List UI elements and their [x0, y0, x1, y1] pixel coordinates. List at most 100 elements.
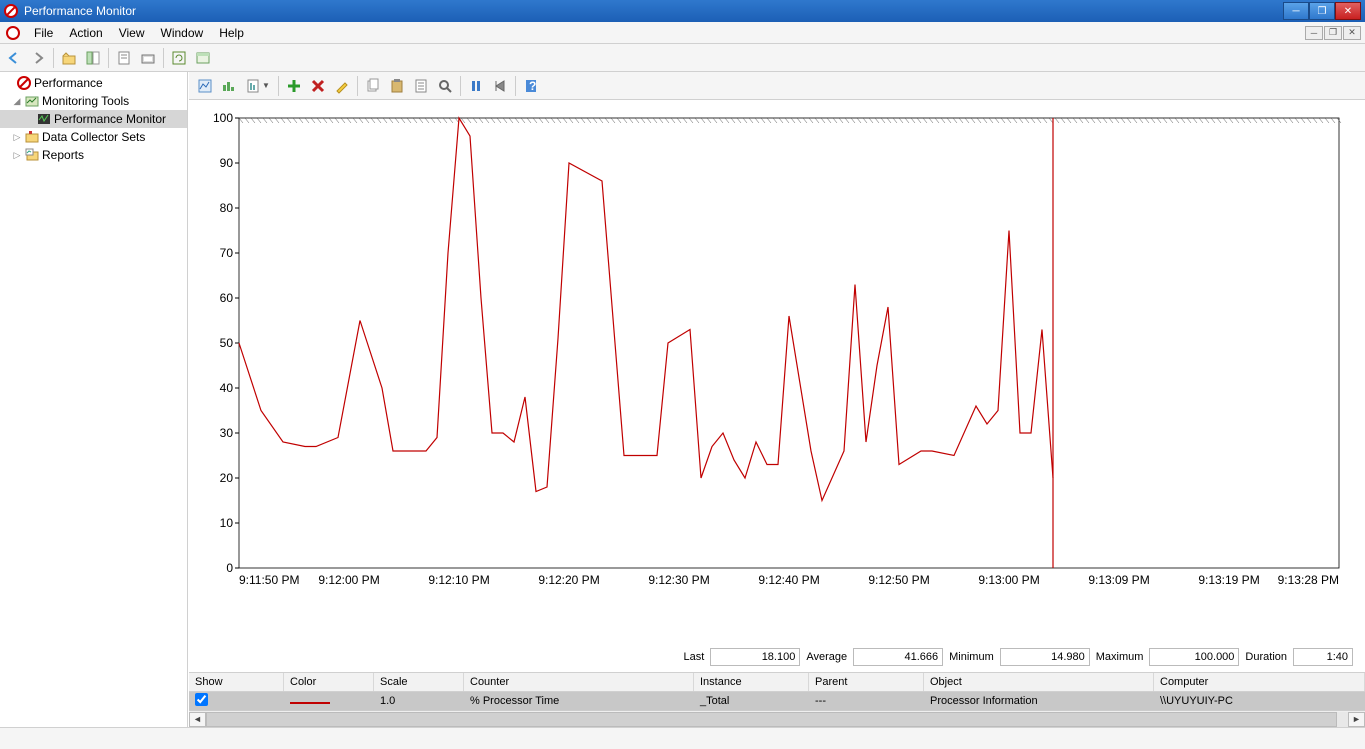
menu-view[interactable]: View: [111, 26, 153, 40]
line-chart: 01020304050607080901009:11:50 PM9:12:00 …: [199, 108, 1349, 598]
color-swatch: [290, 702, 330, 704]
scroll-thumb[interactable]: [206, 712, 1337, 727]
col-show[interactable]: Show: [189, 673, 284, 691]
reports-icon: [24, 148, 40, 162]
navigation-tree[interactable]: Performance ◢ Monitoring Tools Performan…: [0, 72, 188, 727]
svg-text:30: 30: [220, 426, 234, 440]
max-value: 100.000: [1149, 648, 1239, 666]
add-counter-button[interactable]: [283, 75, 305, 97]
cell-parent: ---: [809, 695, 924, 707]
last-value: 18.100: [710, 648, 800, 666]
svg-text:100: 100: [213, 111, 233, 125]
close-button[interactable]: ✕: [1335, 2, 1361, 20]
title-bar: Performance Monitor ─ ❐ ✕: [0, 0, 1365, 22]
menu-file[interactable]: File: [26, 26, 61, 40]
window-title: Performance Monitor: [24, 4, 1283, 18]
minimize-button[interactable]: ─: [1283, 2, 1309, 20]
tree-node-reports[interactable]: ▷ Reports: [0, 146, 187, 164]
view-current-button[interactable]: [194, 75, 216, 97]
tree-node-performance-monitor[interactable]: Performance Monitor: [0, 110, 187, 128]
tree-node-collector-sets[interactable]: ▷ Data Collector Sets: [0, 128, 187, 146]
status-bar: [0, 727, 1365, 749]
menu-action[interactable]: Action: [61, 26, 110, 40]
help-button[interactable]: ?: [520, 75, 542, 97]
chart-area[interactable]: 01020304050607080901009:11:50 PM9:12:00 …: [189, 100, 1365, 644]
content-pane: ▼ ? 01020304050607080901009:11:50 PM9:12…: [188, 72, 1365, 727]
horizontal-scrollbar[interactable]: ◄ ►: [189, 710, 1365, 727]
mdi-restore-button[interactable]: ❐: [1324, 26, 1342, 40]
cell-computer: \\UYUYUIY-PC: [1154, 695, 1365, 707]
svg-text:9:13:19 PM: 9:13:19 PM: [1198, 573, 1259, 587]
min-label: Minimum: [949, 651, 994, 663]
cell-instance: _Total: [694, 695, 809, 707]
table-row[interactable]: 1.0 % Processor Time _Total --- Processo…: [189, 692, 1365, 710]
freeze-button[interactable]: [465, 75, 487, 97]
svg-text:9:12:50 PM: 9:12:50 PM: [868, 573, 929, 587]
scroll-right-button[interactable]: ►: [1348, 712, 1365, 727]
properties-button[interactable]: [113, 47, 135, 69]
tree-node-performance[interactable]: Performance: [0, 74, 187, 92]
min-value: 14.980: [1000, 648, 1090, 666]
performance-icon: [16, 76, 32, 90]
svg-text:10: 10: [220, 516, 234, 530]
update-button[interactable]: [489, 75, 511, 97]
counter-grid[interactable]: Show Color Scale Counter Instance Parent…: [189, 672, 1365, 727]
show-hide-tree-button[interactable]: [82, 47, 104, 69]
perfmon-icon: [36, 112, 52, 126]
col-parent[interactable]: Parent: [809, 673, 924, 691]
svg-text:9:11:50 PM: 9:11:50 PM: [239, 573, 299, 587]
cell-counter: % Processor Time: [464, 695, 694, 707]
show-checkbox[interactable]: [195, 693, 208, 706]
view-log-button[interactable]: [218, 75, 240, 97]
tree-node-monitoring-tools[interactable]: ◢ Monitoring Tools: [0, 92, 187, 110]
svg-text:40: 40: [220, 381, 234, 395]
svg-text:50: 50: [220, 336, 234, 350]
menu-bar: File Action View Window Help ─ ❐ ✕: [0, 22, 1365, 44]
mdi-minimize-button[interactable]: ─: [1305, 26, 1323, 40]
refresh-button[interactable]: [168, 47, 190, 69]
scroll-left-button[interactable]: ◄: [189, 712, 206, 727]
app-icon: [4, 4, 18, 18]
app-icon: [6, 26, 20, 40]
svg-text:9:12:10 PM: 9:12:10 PM: [428, 573, 489, 587]
menu-window[interactable]: Window: [153, 26, 212, 40]
svg-text:20: 20: [220, 471, 234, 485]
col-object[interactable]: Object: [924, 673, 1154, 691]
tree-label: Monitoring Tools: [42, 94, 129, 108]
main-toolbar: [0, 44, 1365, 72]
graph-type-button[interactable]: ▼: [242, 75, 274, 97]
tree-label: Performance Monitor: [54, 112, 166, 126]
mdi-close-button[interactable]: ✕: [1343, 26, 1361, 40]
highlight-button[interactable]: [331, 75, 353, 97]
monitoring-icon: [24, 94, 40, 108]
col-computer[interactable]: Computer: [1154, 673, 1365, 691]
svg-text:9:13:00 PM: 9:13:00 PM: [978, 573, 1039, 587]
mdi-buttons: ─ ❐ ✕: [1304, 26, 1361, 40]
properties-button[interactable]: [410, 75, 432, 97]
maximize-button[interactable]: ❐: [1309, 2, 1335, 20]
zoom-button[interactable]: [434, 75, 456, 97]
back-button[interactable]: [3, 47, 25, 69]
col-instance[interactable]: Instance: [694, 673, 809, 691]
export-button[interactable]: [137, 47, 159, 69]
menu-help[interactable]: Help: [211, 26, 252, 40]
svg-text:9:12:20 PM: 9:12:20 PM: [538, 573, 599, 587]
new-window-button[interactable]: [192, 47, 214, 69]
dur-value: 1:40: [1293, 648, 1353, 666]
paste-button[interactable]: [386, 75, 408, 97]
stats-bar: Last 18.100 Average 41.666 Minimum 14.98…: [189, 644, 1365, 672]
graph-toolbar: ▼ ?: [189, 72, 1365, 100]
svg-text:9:13:28 PM: 9:13:28 PM: [1278, 573, 1339, 587]
col-counter[interactable]: Counter: [464, 673, 694, 691]
up-button[interactable]: [58, 47, 80, 69]
cell-scale: 1.0: [374, 695, 464, 707]
max-label: Maximum: [1096, 651, 1144, 663]
col-color[interactable]: Color: [284, 673, 374, 691]
col-scale[interactable]: Scale: [374, 673, 464, 691]
svg-text:9:12:30 PM: 9:12:30 PM: [648, 573, 709, 587]
avg-value: 41.666: [853, 648, 943, 666]
forward-button[interactable]: [27, 47, 49, 69]
delete-counter-button[interactable]: [307, 75, 329, 97]
svg-text:9:12:40 PM: 9:12:40 PM: [758, 573, 819, 587]
copy-button[interactable]: [362, 75, 384, 97]
